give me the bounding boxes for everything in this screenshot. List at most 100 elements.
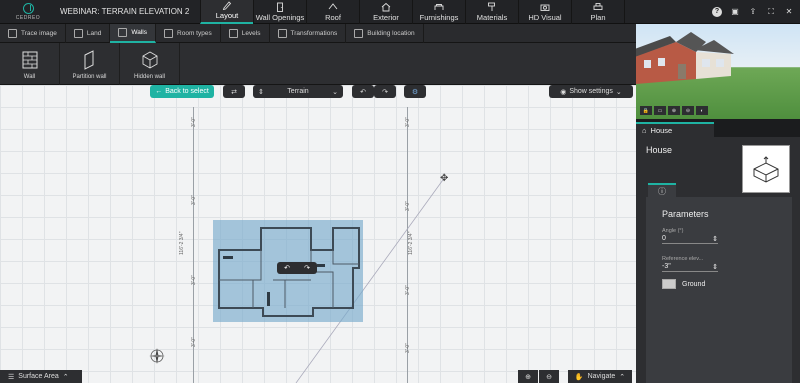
ground-label: Ground [682,280,706,288]
compass-icon [149,348,165,364]
tab-layout[interactable]: Layout [200,0,253,24]
tag-icon [164,29,174,38]
surface-area-toggle[interactable]: ☰ Surface Area ⌃ [0,370,82,383]
parameters-title: Parameters [662,209,709,219]
subtab-land[interactable]: Land [66,24,111,43]
door-icon [277,2,283,12]
list-icon: ☰ [8,373,15,381]
move-cursor-icon: ✥ [440,173,449,184]
house-icon: ⌂ [642,126,647,135]
paint-roller-icon [488,2,495,11]
object-thumbnail [742,145,790,193]
tab-house[interactable]: ⌂ House [636,122,714,137]
rotate-left-icon[interactable]: ↶ [284,264,290,272]
plan-side-label-left: 116'-2 3/4" [179,231,185,256]
preview-zoom-out-icon[interactable]: ⊖ [682,106,694,115]
hand-icon: ✋ [574,373,584,381]
layer-value: Terrain [287,88,309,95]
lock-icon[interactable]: 🔒 [640,106,652,115]
dimension-label: 3'-0" [191,337,197,347]
tool-label: Partition wall [72,73,107,80]
subtab-levels[interactable]: Levels [221,24,270,43]
reference-elevation-value: -3" [662,263,671,270]
arrow-left-icon: ← [155,88,163,95]
button-label: Navigate [587,373,616,380]
subtab-building-location[interactable]: Building location [346,24,424,43]
reference-elevation-input[interactable]: -3" ⇕ [662,263,718,272]
logo-text: CEDREO [15,15,41,21]
subtab-transformations[interactable]: Transformations [270,24,347,43]
ground-swatch[interactable] [662,279,676,289]
partition-wall-icon [84,49,93,70]
pencil-icon [222,1,232,10]
project-title: WEBINAR: TERRAIN ELEVATION 2 [60,7,190,16]
stepper-icon[interactable]: ⇕ [712,235,718,243]
stepper-icon[interactable]: ⇕ [712,263,718,271]
redo-button[interactable]: ↷ [374,85,396,98]
printer-icon [593,3,603,10]
app-window: CEDREO WEBINAR: TERRAIN ELEVATION 2 Layo… [0,0,800,383]
tab-roof[interactable]: Roof [306,0,359,24]
eye-icon: ◉ [560,88,567,96]
angle-label: Angle (°) [662,228,684,234]
back-to-select-button[interactable]: ← Back to select [150,85,214,98]
tool-label: Wall [23,73,36,80]
subtab-trace-image[interactable]: Trace image [0,24,66,43]
dimension-label: 3'-0" [405,343,411,353]
wall-tool[interactable]: Wall [0,43,60,85]
preview-zoom-in-icon[interactable]: ⊕ [668,106,680,115]
tab-label: Plan [590,13,606,22]
close-icon[interactable]: ✕ [784,7,794,17]
land-icon [73,29,83,38]
3d-preview[interactable] [636,24,800,119]
logo-mark-icon [22,3,34,14]
logo[interactable]: CEDREO [0,0,56,24]
subtab-room-types[interactable]: Room types [156,24,221,43]
fullscreen-icon[interactable]: ⛶ [766,7,776,17]
levels-icon [228,29,238,38]
preview-expand-icon[interactable]: ▭ [654,106,666,115]
subtab-label: Transformations [290,30,338,37]
subtab-label: Building location [367,30,415,37]
tab-wall-openings[interactable]: Wall Openings [253,0,306,24]
tab-label: Furnishings [419,13,459,22]
swap-button[interactable]: ⇄ [223,85,245,98]
angle-input[interactable]: 0 ⇕ [662,235,718,244]
tab-label: Wall Openings [255,13,305,22]
subtab-label: Land [86,30,102,37]
navigate-button[interactable]: ✋ Navigate ⌃ [568,370,632,383]
button-label: Back to select [165,88,209,95]
hidden-wall-tool[interactable]: Hidden wall [120,43,180,85]
preview-camera-icon[interactable]: ◐ [696,106,708,115]
tab-exterior[interactable]: Exterior [359,0,412,24]
ground-material[interactable]: Ground [662,279,705,289]
save-icon[interactable]: ▣ [730,7,740,17]
magnet-settings-button[interactable]: ⚙ [404,85,426,98]
preview-toolbar: 🔒 ▭ ⊕ ⊖ ◐ [640,106,708,116]
tool-label: Hidden wall [133,73,166,80]
help-icon[interactable]: ? [712,6,722,17]
tab-hd-visual[interactable]: HD Visual [518,0,571,24]
tab-furnishings[interactable]: Furnishings [412,0,465,24]
camera-icon [540,4,550,11]
subtab-walls[interactable]: Walls [110,24,157,43]
undo-button[interactable]: ↶ [352,85,374,98]
layer-select[interactable]: ⇕ Terrain ⌄ [253,85,343,98]
rotate-right-icon[interactable]: ↷ [304,264,310,272]
layer-stepper-icon: ⇕ [258,88,264,96]
reference-elevation-label: Reference elev... [662,256,704,262]
tab-label: Exterior [373,13,399,22]
show-settings-button[interactable]: ◉ Show settings ⌄ [549,85,633,98]
surface-area-label: Surface Area [18,373,59,380]
info-tab[interactable]: ⓘ [648,183,676,197]
tab-materials[interactable]: Materials [465,0,518,24]
zoom-out-button[interactable]: ⊖ [539,370,559,383]
share-icon[interactable]: ⇪ [748,7,758,17]
tab-plan[interactable]: Plan [571,0,624,24]
zoom-in-button[interactable]: ⊕ [518,370,538,383]
plan-canvas[interactable]: 3'-0" 3'-0" 3'-0" 3'-0" 3'-0" 3'-0" 3'-0… [0,85,636,383]
partition-wall-tool[interactable]: Partition wall [60,43,120,85]
properties-panel: House ⓘ Parameters Angle (°) 0 ⇕ Referen… [636,137,800,383]
plan-rotate-control[interactable]: ↶ ↷ [277,262,317,274]
plan-side-label-right: 116'-2 3/4" [408,231,414,256]
